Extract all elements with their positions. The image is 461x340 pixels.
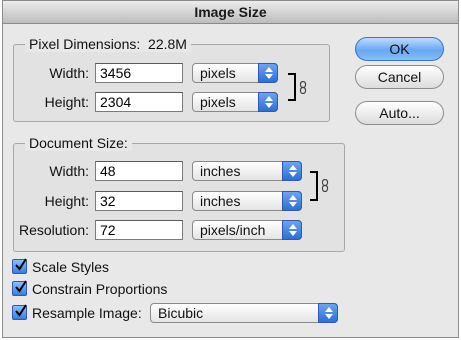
resample-image-checkbox[interactable] bbox=[12, 304, 27, 320]
scale-styles-label: Scale Styles bbox=[32, 259, 110, 275]
resample-method-select[interactable]: Bicubic bbox=[150, 303, 338, 323]
cancel-button[interactable]: Cancel bbox=[355, 65, 444, 89]
pixel-link-bracket bbox=[288, 73, 296, 101]
pixel-width-unit-select[interactable]: pixels bbox=[192, 63, 278, 83]
up-down-arrows-icon bbox=[282, 161, 302, 181]
constrain-proportions-label: Constrain Proportions bbox=[32, 281, 168, 297]
scale-styles-checkbox[interactable] bbox=[12, 258, 27, 274]
up-down-arrows-icon bbox=[258, 63, 278, 83]
doc-width-unit-select[interactable]: inches bbox=[192, 161, 302, 181]
doc-height-unit-select[interactable]: inches bbox=[192, 191, 302, 211]
pixel-height-input[interactable] bbox=[95, 92, 183, 112]
up-down-arrows-icon bbox=[318, 303, 338, 323]
up-down-arrows-icon bbox=[258, 92, 278, 112]
doc-height-input[interactable] bbox=[95, 191, 183, 211]
image-size-dialog: Image Size Pixel Dimensions: 22.8M Width… bbox=[2, 0, 459, 338]
checkmark-icon bbox=[15, 304, 27, 317]
doc-width-label: Width: bbox=[49, 163, 89, 179]
pixel-height-label: Height: bbox=[44, 94, 89, 110]
doc-height-unit-value: inches bbox=[200, 193, 241, 209]
pixel-dimensions-total: 22.8M bbox=[148, 36, 187, 52]
pixel-width-label: Width: bbox=[49, 65, 89, 81]
chain-link-icon bbox=[299, 81, 307, 94]
checkmark-icon bbox=[15, 280, 27, 293]
resolution-unit-value: pixels/inch bbox=[200, 222, 266, 238]
pixel-height-unit-select[interactable]: pixels bbox=[192, 92, 278, 112]
pixel-dimensions-legend: Pixel Dimensions: 22.8M bbox=[25, 36, 191, 52]
doc-width-unit-value: inches bbox=[200, 163, 241, 179]
resolution-unit-select[interactable]: pixels/inch bbox=[192, 220, 302, 240]
pixel-width-unit-value: pixels bbox=[200, 65, 236, 81]
doc-width-input[interactable] bbox=[95, 161, 183, 181]
constrain-proportions-checkbox[interactable] bbox=[12, 280, 27, 296]
document-size-legend: Document Size: bbox=[25, 135, 132, 151]
up-down-arrows-icon bbox=[282, 191, 302, 211]
checkmark-icon bbox=[15, 258, 27, 271]
pixel-width-input[interactable] bbox=[95, 63, 183, 83]
resample-method-value: Bicubic bbox=[158, 305, 204, 321]
dialog-title: Image Size bbox=[3, 1, 458, 24]
ok-button[interactable]: OK bbox=[355, 37, 444, 61]
chain-link-icon bbox=[321, 179, 329, 192]
resolution-label: Resolution: bbox=[18, 222, 89, 238]
up-down-arrows-icon bbox=[282, 220, 302, 240]
pixel-height-unit-value: pixels bbox=[200, 94, 236, 110]
doc-height-label: Height: bbox=[44, 193, 89, 209]
resample-image-label: Resample Image: bbox=[32, 305, 142, 321]
pixel-dimensions-label: Pixel Dimensions: bbox=[29, 36, 141, 52]
document-link-bracket bbox=[310, 171, 318, 201]
resolution-input[interactable] bbox=[95, 220, 183, 240]
auto-button[interactable]: Auto... bbox=[355, 101, 444, 125]
